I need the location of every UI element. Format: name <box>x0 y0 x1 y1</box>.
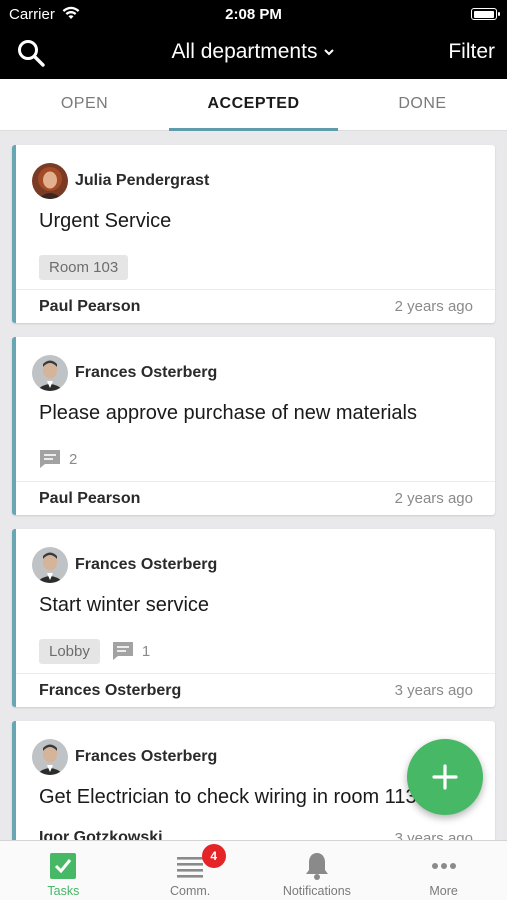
avatar-man-icon <box>32 547 68 583</box>
task-assignee: Paul Pearson <box>39 489 141 507</box>
task-author: Frances Osterberg <box>75 364 218 381</box>
task-author: Frances Osterberg <box>75 748 218 765</box>
location-chip: Lobby <box>39 638 100 664</box>
task-title: Urgent Service <box>39 210 172 232</box>
task-meta: Room 103 <box>16 245 495 289</box>
task-card-footer: Paul Pearson 2 years ago <box>16 289 495 323</box>
task-meta: 2 <box>16 437 495 481</box>
bottom-tab-notifications[interactable]: Notifications <box>254 841 381 900</box>
task-age: 2 years ago <box>394 490 473 507</box>
task-age: 3 years ago <box>394 830 473 840</box>
avatar-man-icon <box>32 739 68 775</box>
avatar <box>32 547 68 583</box>
task-card-header: Julia Pendergrast <box>16 145 495 205</box>
location-chip: Room 103 <box>39 254 129 280</box>
task-author: Frances Osterberg <box>75 556 218 573</box>
task-card-header: Frances Osterberg <box>16 529 495 589</box>
add-task-button[interactable] <box>407 739 483 815</box>
chevron-down-icon <box>324 49 335 56</box>
avatar <box>32 163 68 199</box>
task-card[interactable]: Frances Osterberg Please approve purchas… <box>12 337 495 515</box>
bottom-tab-tasks[interactable]: Tasks <box>0 841 127 900</box>
task-meta: Lobby 1 <box>16 629 495 673</box>
nav-title-container: All departments <box>0 40 507 64</box>
avatar-man-icon <box>32 355 68 391</box>
status-tabs: OPEN ACCEPTED DONE <box>0 79 507 131</box>
tab-accepted[interactable]: ACCEPTED <box>169 79 338 131</box>
plus-icon <box>432 764 458 790</box>
bottom-tab-label: Comm. <box>169 884 211 898</box>
checkbox-icon <box>50 853 77 879</box>
bell-icon <box>305 853 328 880</box>
task-card-footer: Igor Gotzkowski 3 years ago <box>16 821 495 840</box>
task-card[interactable]: Julia Pendergrast Urgent Service Room 10… <box>12 145 495 323</box>
comment-count: 2 <box>39 449 77 469</box>
task-assignee: Igor Gotzkowski <box>39 829 163 840</box>
task-list: Julia Pendergrast Urgent Service Room 10… <box>0 131 507 840</box>
task-card[interactable]: Frances Osterberg Start winter service L… <box>12 529 495 707</box>
avatar-woman-icon <box>32 163 68 199</box>
comment-count-value: 2 <box>69 450 78 468</box>
bottom-tab-comm[interactable]: 4 Comm. <box>127 841 254 900</box>
notification-badge: 4 <box>201 844 226 868</box>
battery-fill <box>473 10 494 18</box>
task-card-footer: Paul Pearson 2 years ago <box>16 481 495 515</box>
battery-icon <box>471 8 500 20</box>
nav-bar: All departments Filter <box>0 28 507 79</box>
comment-count-value: 1 <box>141 642 151 660</box>
comment-count: 1 <box>112 641 150 661</box>
list-icon <box>177 857 204 878</box>
task-title: Please approve purchase of new materials <box>39 402 417 424</box>
avatar <box>32 739 68 775</box>
task-author: Julia Pendergrast <box>75 172 210 189</box>
search-icon[interactable] <box>16 38 46 68</box>
task-age: 2 years ago <box>394 298 473 315</box>
status-bar: Carrier 2:08 PM <box>0 0 507 28</box>
avatar <box>32 355 68 391</box>
comment-icon <box>112 642 133 660</box>
task-assignee: Paul Pearson <box>39 297 141 315</box>
bottom-tab-bar: Tasks 4 Comm. Notifications More <box>0 840 507 900</box>
tab-done[interactable]: DONE <box>338 79 507 130</box>
department-selector[interactable]: All departments <box>172 40 336 64</box>
bottom-tab-label: Notifications <box>282 884 351 898</box>
tab-open[interactable]: OPEN <box>0 79 169 130</box>
ellipsis-icon <box>431 863 456 869</box>
status-time: 2:08 PM <box>225 6 282 23</box>
top-bar: Carrier 2:08 PM All departments Filter <box>0 0 507 79</box>
task-title: Start winter service <box>39 594 210 616</box>
filter-button[interactable]: Filter <box>448 40 495 64</box>
comment-icon <box>40 450 60 468</box>
bottom-tab-more[interactable]: More <box>380 841 507 900</box>
department-title: All departments <box>171 40 318 63</box>
task-card-footer: Frances Osterberg 3 years ago <box>16 673 495 707</box>
bottom-tab-label: More <box>429 884 458 898</box>
bottom-tab-label: Tasks <box>47 884 80 898</box>
task-card-header: Frances Osterberg <box>16 337 495 397</box>
task-assignee: Frances Osterberg <box>39 681 182 699</box>
task-age: 3 years ago <box>394 682 473 699</box>
